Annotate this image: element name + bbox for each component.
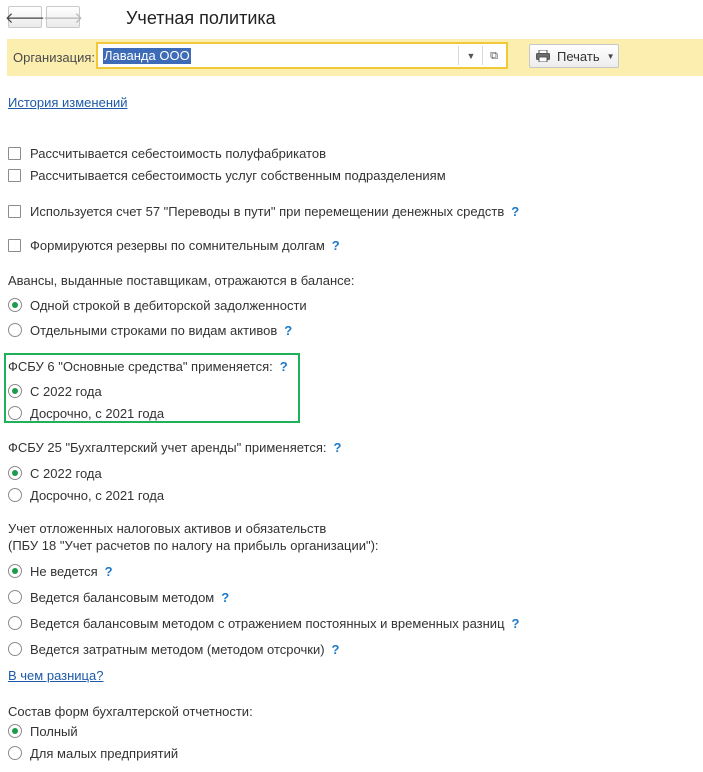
fsbu6-title-row: ФСБУ 6 "Основные средства" применяется: … [8,359,288,374]
fsbu6-radio-2021[interactable] [8,406,22,420]
services-checkbox[interactable] [8,168,21,182]
organization-label: Организация: [13,50,96,65]
advances-title: Авансы, выданные поставщикам, отражаются… [8,273,355,288]
checkbox-row[interactable]: Формируются резервы по сомнительным долг… [8,236,340,254]
help-icon[interactable]: ? [512,616,520,631]
radio-label: С 2022 года [30,465,102,481]
radio-label: Отдельными строками по видам активов [30,322,278,338]
pbu18-radio-balance-diffs[interactable] [8,616,22,630]
organization-bar: Организация: Лаванда ООО ▼ ⧉ Печать ▼ [7,39,703,76]
radio-label: Одной строкой в дебиторской задолженност… [30,297,307,313]
forms-radio-small[interactable] [8,746,22,760]
forward-button[interactable]: 🡒 [42,6,84,28]
radio-row[interactable]: С 2022 года [8,464,102,482]
organization-field[interactable]: Лаванда ООО ▼ ⧉ [96,42,508,69]
history-link[interactable]: История изменений [8,95,128,110]
chevron-down-icon: ▼ [606,51,615,61]
radio-label: Для малых предприятий [30,745,179,761]
pbu18-radio-none[interactable] [8,564,22,578]
pbu18-radio-deferral[interactable] [8,642,22,656]
radio-row[interactable]: Отдельными строками по видам активов ? [8,321,292,339]
print-label: Печать [557,48,600,64]
radio-row[interactable]: Одной строкой в дебиторской задолженност… [8,296,307,314]
advances-radio-single[interactable] [8,298,22,312]
field-separator [458,46,459,65]
help-icon[interactable]: ? [332,642,340,657]
fsbu6-radio-2022[interactable] [8,384,22,398]
radio-label: Не ведется [30,563,98,579]
radio-row[interactable]: С 2022 года [8,382,102,400]
help-icon[interactable]: ? [221,590,229,605]
help-icon[interactable]: ? [280,359,288,374]
forms-title: Состав форм бухгалтерской отчетности: [8,704,253,719]
help-icon[interactable]: ? [334,440,342,455]
open-icon[interactable]: ⧉ [485,47,503,65]
checkbox-label: Формируются резервы по сомнительным долг… [30,237,325,253]
radio-label: Полный [30,723,78,739]
radio-row[interactable]: Ведется затратным методом (методом отсро… [8,640,339,658]
radio-row[interactable]: Для малых предприятий [8,744,178,762]
reserves-checkbox[interactable] [8,238,21,252]
back-button[interactable]: 🡐 [4,6,46,28]
checkbox-row[interactable]: Рассчитывается себестоимость услуг собст… [8,166,446,184]
checkbox-label: Рассчитывается себестоимость полуфабрика… [30,145,326,161]
field-separator [482,46,483,65]
radio-row[interactable]: Досрочно, с 2021 года [8,404,164,422]
forms-radio-full[interactable] [8,724,22,738]
help-icon[interactable]: ? [105,564,113,579]
print-button[interactable]: Печать ▼ [529,44,619,68]
fsbu25-title-row: ФСБУ 25 "Бухгалтерский учет аренды" прим… [8,440,341,455]
radio-row[interactable]: Полный [8,722,78,740]
pbu18-title-line2: (ПБУ 18 "Учет расчетов по налогу на приб… [8,538,379,553]
radio-row[interactable]: Ведется балансовым методом с отражением … [8,614,519,632]
radio-label: Ведется балансовым методом [30,589,215,605]
checkbox-label: Используется счет 57 "Переводы в пути" п… [30,203,505,219]
fsbu25-radio-2021[interactable] [8,488,22,502]
checkbox-row[interactable]: Рассчитывается себестоимость полуфабрика… [8,144,326,162]
pbu18-radio-balance[interactable] [8,590,22,604]
arrow-right-icon: 🡒 [42,9,84,27]
semifinished-checkbox[interactable] [8,146,21,160]
advances-radio-separate[interactable] [8,323,22,337]
help-icon[interactable]: ? [511,204,519,219]
account57-checkbox[interactable] [8,204,21,218]
radio-label: Досрочно, с 2021 года [30,487,165,503]
radio-label: Ведется балансовым методом с отражением … [30,615,505,631]
dropdown-icon[interactable]: ▼ [462,47,480,65]
radio-label: С 2022 года [30,383,102,399]
pbu18-title-line1: Учет отложенных налоговых активов и обяз… [8,521,327,536]
radio-label: Досрочно, с 2021 года [30,405,165,421]
fsbu25-title: ФСБУ 25 "Бухгалтерский учет аренды" прим… [8,440,327,455]
printer-icon [536,50,550,62]
help-icon[interactable]: ? [284,323,292,338]
checkbox-row[interactable]: Используется счет 57 "Переводы в пути" п… [8,202,519,220]
radio-row[interactable]: Не ведется ? [8,562,113,580]
arrow-left-icon: 🡐 [4,9,46,27]
fsbu6-title: ФСБУ 6 "Основные средства" применяется: [8,359,273,374]
radio-row[interactable]: Досрочно, с 2021 года [8,486,164,504]
organization-value[interactable]: Лаванда ООО [103,48,191,64]
help-icon[interactable]: ? [332,238,340,253]
page-title: Учетная политика [126,8,276,28]
checkbox-label: Рассчитывается себестоимость услуг собст… [30,167,446,183]
fsbu25-radio-2022[interactable] [8,466,22,480]
radio-label: Ведется затратным методом (методом отсро… [30,641,325,657]
radio-row[interactable]: Ведется балансовым методом ? [8,588,229,606]
difference-link[interactable]: В чем разница? [8,668,103,683]
